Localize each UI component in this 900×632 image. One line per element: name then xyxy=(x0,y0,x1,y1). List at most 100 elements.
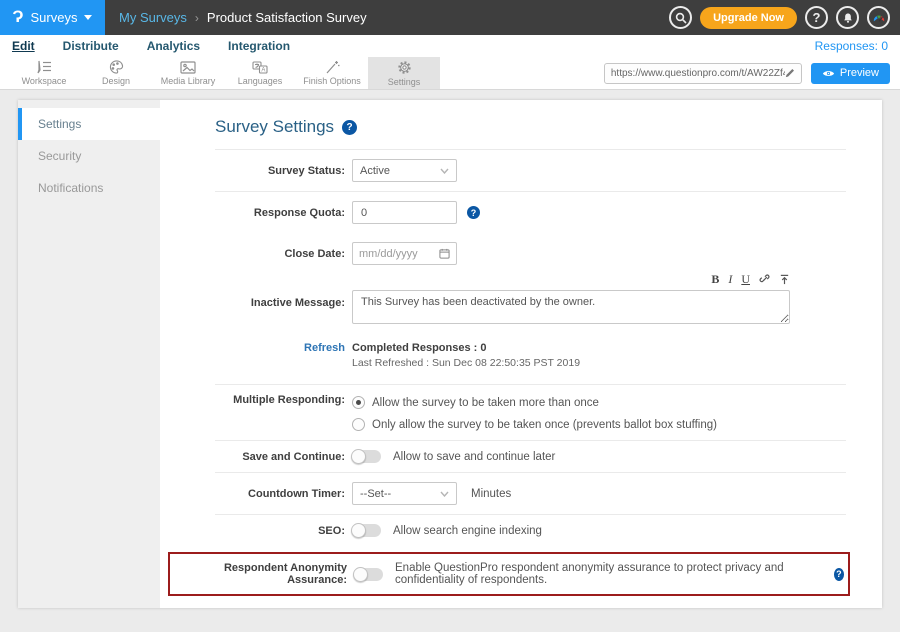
seo-label: SEO: xyxy=(180,525,345,537)
save-and-continue-label: Save and Continue: xyxy=(180,451,345,463)
save-and-continue-toggle[interactable] xyxy=(352,450,381,463)
surveys-product-menu[interactable]: Ɂ Surveys xyxy=(0,0,105,35)
multiple-responding-label: Multiple Responding: xyxy=(180,394,345,406)
breadcrumb: My Surveys › Product Satisfaction Survey xyxy=(119,10,367,25)
toolbar-spacer xyxy=(440,57,604,89)
product-menu-label: Surveys xyxy=(31,10,78,25)
preview-button-label: Preview xyxy=(840,67,879,79)
radio-option-once-only[interactable]: Only allow the survey to be taken once (… xyxy=(352,418,717,431)
question-mark-icon: ? xyxy=(813,10,821,25)
sidebar-item-settings[interactable]: Settings xyxy=(18,108,160,140)
tab-edit[interactable]: Edit xyxy=(12,39,35,53)
svg-text:A: A xyxy=(261,67,265,73)
survey-status-value: Active xyxy=(360,165,390,177)
survey-status-select[interactable]: Active xyxy=(352,159,457,182)
refresh-link-wrap: Refresh xyxy=(180,342,345,354)
toolbar-languages[interactable]: A Languages xyxy=(224,57,296,89)
breadcrumb-survey-title: Product Satisfaction Survey xyxy=(207,10,367,25)
countdown-timer-suffix: Minutes xyxy=(471,488,511,500)
survey-settings-help-icon[interactable]: ? xyxy=(342,120,357,135)
upload-icon xyxy=(779,274,790,285)
response-quota-help-icon[interactable]: ? xyxy=(467,206,480,219)
response-quota-row: Response Quota: ? xyxy=(180,192,846,233)
magic-wand-icon xyxy=(325,60,340,74)
response-quota-input[interactable] xyxy=(352,201,457,224)
respondent-anonymity-label: Respondent Anonymity Assurance: xyxy=(182,562,347,586)
settings-card: Settings Security Notifications Survey S… xyxy=(18,100,882,608)
preview-button[interactable]: Preview xyxy=(811,63,890,84)
license-gauge-button[interactable] xyxy=(867,6,890,29)
breadcrumb-separator: › xyxy=(195,11,199,25)
search-button[interactable] xyxy=(669,6,692,29)
countdown-timer-label: Countdown Timer: xyxy=(180,488,345,500)
chevron-down-icon xyxy=(84,15,92,20)
refresh-row: Refresh Completed Responses : 0 Last Ref… xyxy=(180,338,846,378)
response-quota-label: Response Quota: xyxy=(180,207,345,219)
workspace-icon xyxy=(36,60,52,74)
tab-integration[interactable]: Integration xyxy=(228,39,290,53)
sidebar-item-notifications[interactable]: Notifications xyxy=(18,172,160,204)
survey-status-label: Survey Status: xyxy=(180,165,345,177)
save-and-continue-row: Save and Continue: Allow to save and con… xyxy=(180,441,846,472)
search-icon xyxy=(675,12,687,24)
edit-url-button[interactable] xyxy=(785,68,795,78)
upgrade-now-button[interactable]: Upgrade Now xyxy=(700,7,797,29)
inactive-message-row: Inactive Message: B I U xyxy=(180,274,846,338)
underline-button[interactable]: U xyxy=(741,272,750,287)
close-date-input[interactable]: mm/dd/yyyy xyxy=(352,242,457,265)
inactive-message-textarea[interactable]: This Survey has been deactivated by the … xyxy=(352,290,790,324)
toggle-knob xyxy=(351,449,366,464)
last-refreshed-text: Last Refreshed : Sun Dec 08 22:50:35 PST… xyxy=(352,357,580,369)
toolbar-design[interactable]: Design xyxy=(80,57,152,89)
page-title: Survey Settings xyxy=(215,117,334,137)
calendar-icon xyxy=(439,248,450,259)
toolbar-settings[interactable]: Settings xyxy=(368,57,440,89)
link-icon xyxy=(759,274,770,285)
countdown-timer-value: --Set-- xyxy=(360,488,391,500)
pencil-icon xyxy=(785,68,795,78)
seo-toggle[interactable] xyxy=(352,524,381,537)
sidebar-item-security[interactable]: Security xyxy=(18,140,160,172)
palette-icon xyxy=(109,60,124,74)
survey-settings-form: Survey Settings ? Survey Status: Active … xyxy=(160,100,882,608)
toolbar-languages-label: Languages xyxy=(238,76,283,86)
toolbar-finish-options[interactable]: Finish Options xyxy=(296,57,368,89)
respondent-anonymity-toggle[interactable] xyxy=(354,568,383,581)
toolbar-design-label: Design xyxy=(102,76,130,86)
close-date-placeholder: mm/dd/yyyy xyxy=(359,248,418,260)
settings-sidebar: Settings Security Notifications xyxy=(18,100,160,608)
survey-status-row: Survey Status: Active xyxy=(180,150,846,191)
survey-nav-tabs: Edit Distribute Analytics Integration Re… xyxy=(0,35,900,57)
multiple-responding-row: Multiple Responding: Allow the survey to… xyxy=(180,385,846,440)
survey-url-text: https://www.questionpro.com/t/AW22Zf4yf xyxy=(611,68,785,79)
tab-distribute[interactable]: Distribute xyxy=(63,39,119,53)
respondent-anonymity-description: Enable QuestionPro respondent anonymity … xyxy=(395,562,827,586)
image-upload-button[interactable] xyxy=(779,274,790,285)
bold-button[interactable]: B xyxy=(711,272,719,287)
italic-button[interactable]: I xyxy=(728,272,732,287)
respondent-anonymity-help-icon[interactable]: ? xyxy=(834,568,844,581)
radio-unselected-icon xyxy=(352,418,365,431)
notifications-button[interactable] xyxy=(836,6,859,29)
radio-option-multiple-allowed[interactable]: Allow the survey to be taken more than o… xyxy=(352,396,717,409)
questionpro-logo-icon: Ɂ xyxy=(13,7,24,27)
topbar-actions: Upgrade Now ? xyxy=(669,6,890,29)
survey-url-box[interactable]: https://www.questionpro.com/t/AW22Zf4yf xyxy=(604,63,802,84)
countdown-timer-select[interactable]: --Set-- xyxy=(352,482,457,505)
responses-count[interactable]: Responses: 0 xyxy=(815,39,888,53)
toolbar-finish-options-label: Finish Options xyxy=(303,76,361,86)
radio-option-label: Only allow the survey to be taken once (… xyxy=(372,419,717,431)
respondent-anonymity-highlight-box: Respondent Anonymity Assurance: Enable Q… xyxy=(168,552,850,596)
eye-icon xyxy=(822,69,835,78)
toolbar-media-library[interactable]: Media Library xyxy=(152,57,224,89)
toolbar-workspace[interactable]: Workspace xyxy=(8,57,80,89)
refresh-link[interactable]: Refresh xyxy=(304,342,345,354)
link-button[interactable] xyxy=(759,274,770,285)
completed-responses-text: Completed Responses : 0 xyxy=(352,342,580,354)
bell-icon xyxy=(842,12,854,24)
help-button[interactable]: ? xyxy=(805,6,828,29)
countdown-timer-row: Countdown Timer: --Set-- Minutes xyxy=(180,473,846,514)
breadcrumb-my-surveys[interactable]: My Surveys xyxy=(119,10,187,25)
seo-row: SEO: Allow search engine indexing xyxy=(180,515,846,546)
tab-analytics[interactable]: Analytics xyxy=(147,39,200,53)
